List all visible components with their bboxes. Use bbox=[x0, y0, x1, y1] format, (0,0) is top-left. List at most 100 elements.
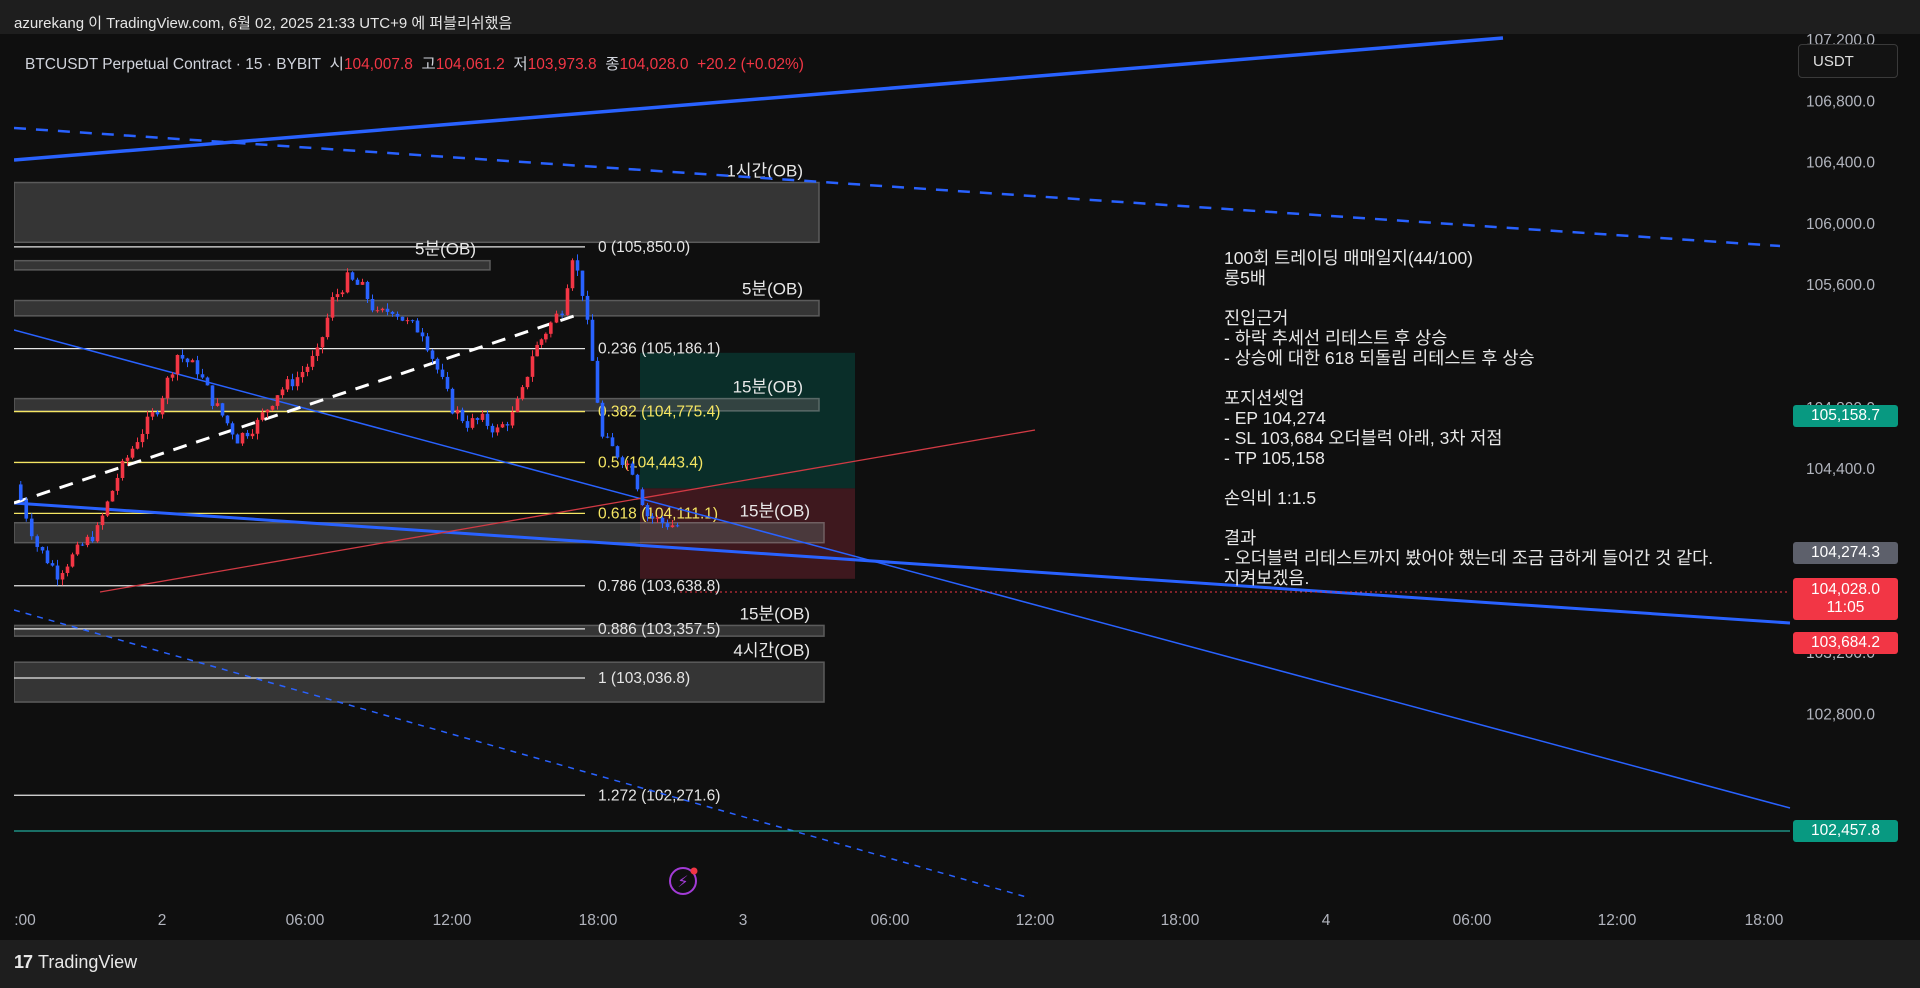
candle-body bbox=[305, 366, 310, 372]
candle-body bbox=[660, 517, 665, 524]
candle-body bbox=[345, 272, 350, 293]
candle-body bbox=[585, 295, 590, 320]
candle-body bbox=[18, 484, 23, 500]
candle-body bbox=[595, 360, 600, 403]
candle-body bbox=[265, 409, 270, 413]
time-axis-label: 12:00 bbox=[1598, 912, 1637, 929]
candle-body bbox=[505, 424, 510, 426]
footer-bar bbox=[0, 940, 1920, 988]
fib-level-label: 0 (105,850.0) bbox=[598, 239, 690, 256]
fib-level-label: 0.786 (103,638.8) bbox=[598, 578, 720, 595]
time-axis-label: 18:00 bbox=[1745, 912, 1784, 929]
candle-body bbox=[230, 423, 235, 435]
time-axis-label: 3 bbox=[739, 912, 748, 929]
candle-body bbox=[475, 418, 480, 420]
candle-body bbox=[575, 260, 580, 271]
candle-body bbox=[95, 525, 100, 542]
candle-body bbox=[235, 434, 240, 444]
order-block bbox=[14, 259, 491, 271]
candle-body bbox=[215, 403, 220, 406]
ep-price-tag: 104,274.3 bbox=[1793, 542, 1898, 564]
journal-result-1: - 오더블럭 리테스트까지 봤어야 했는데 조금 급하게 들어간 것 같다. bbox=[1224, 548, 1714, 568]
candle-body bbox=[245, 432, 250, 437]
candle-body bbox=[50, 563, 55, 566]
close-label: 종 bbox=[605, 56, 620, 73]
candle-body bbox=[535, 344, 539, 357]
time-axis-label: 12:00 bbox=[433, 912, 472, 929]
price-axis-label: 102,800.0 bbox=[1806, 706, 1875, 723]
candle-body bbox=[465, 421, 470, 428]
currency-button[interactable]: USDT bbox=[1798, 44, 1898, 78]
candle-body bbox=[195, 360, 200, 375]
candle-body bbox=[120, 460, 125, 478]
candle-body bbox=[295, 377, 300, 387]
time-axis-label: :00 bbox=[14, 912, 36, 929]
time-axis-label: 06:00 bbox=[286, 912, 325, 929]
candle-body bbox=[515, 398, 520, 412]
candle-body bbox=[105, 501, 110, 516]
candle-body bbox=[175, 354, 180, 375]
candle-body bbox=[280, 389, 285, 396]
candle-body bbox=[340, 292, 345, 295]
candle-body bbox=[605, 436, 610, 438]
order-block-label: 4시간(OB) bbox=[733, 641, 810, 660]
candle-body bbox=[355, 279, 360, 285]
candle-body bbox=[440, 369, 445, 377]
candle-body bbox=[125, 457, 130, 461]
time-axis-label: 12:00 bbox=[1016, 912, 1055, 929]
journal-result-title: 결과 bbox=[1224, 528, 1257, 548]
candle-body bbox=[285, 379, 290, 390]
candle-body bbox=[180, 354, 185, 359]
fib-level-label: 0.236 (105,186.1) bbox=[598, 341, 720, 358]
sl-price-tag: 103,684.2 bbox=[1793, 632, 1898, 654]
time-axis-label: 4 bbox=[1322, 912, 1331, 929]
candle-body bbox=[185, 358, 190, 363]
candle-body bbox=[140, 433, 145, 443]
candle-body bbox=[270, 405, 275, 410]
candle-body bbox=[365, 281, 370, 299]
journal-setup-ep: - EP 104,274 bbox=[1224, 408, 1326, 428]
candle-body bbox=[100, 515, 105, 526]
candle-body bbox=[145, 416, 150, 434]
order-block-label: 5분(OB) bbox=[415, 240, 476, 259]
high-label: 고 bbox=[421, 56, 436, 73]
order-block bbox=[14, 299, 820, 317]
candle-body bbox=[135, 442, 140, 449]
candle-body bbox=[560, 313, 564, 316]
candle-body bbox=[460, 409, 465, 422]
candle-body bbox=[315, 347, 320, 356]
fib-level-label: 0.618 (104,111.1) bbox=[598, 505, 718, 522]
candle-body bbox=[55, 565, 60, 580]
order-block-label: 15분(OB) bbox=[733, 378, 803, 397]
fib-level-label: 1 (103,036.8) bbox=[598, 670, 690, 687]
candle-body bbox=[625, 463, 630, 465]
candle-body bbox=[405, 320, 410, 322]
candle-body bbox=[539, 339, 544, 345]
candle-body bbox=[190, 360, 195, 363]
candle-body bbox=[40, 546, 45, 551]
journal-rr: 손익비 1:1.5 bbox=[1224, 488, 1317, 508]
journal-entry-2: - 상승에 대한 618 되돌림 리테스트 후 상승 bbox=[1224, 348, 1535, 368]
price-axis-label: 106,800.0 bbox=[1806, 93, 1875, 110]
candle-body bbox=[630, 463, 635, 475]
fib-level-label: 0.886 (103,357.5) bbox=[598, 621, 720, 638]
candle-body bbox=[400, 316, 405, 321]
dashed-support-line bbox=[14, 609, 1031, 899]
low-value: 103,973.8 bbox=[527, 56, 597, 73]
candle-body bbox=[250, 433, 255, 437]
candle-body bbox=[24, 499, 29, 519]
lightning-glyph: ⚡ bbox=[677, 872, 688, 891]
candle-body bbox=[520, 387, 525, 399]
candle-body bbox=[395, 313, 400, 317]
candle-body bbox=[425, 336, 430, 351]
candle-body bbox=[35, 536, 40, 547]
candle-body bbox=[29, 518, 34, 537]
candle-body bbox=[665, 523, 670, 528]
candle-body bbox=[430, 350, 435, 359]
candle-body bbox=[160, 398, 165, 415]
candle-body bbox=[640, 489, 645, 506]
candle-body bbox=[530, 356, 535, 377]
tradingview-logo[interactable]: 17 TradingView bbox=[14, 952, 137, 973]
candle-body bbox=[290, 379, 295, 387]
candle-body bbox=[500, 424, 505, 428]
